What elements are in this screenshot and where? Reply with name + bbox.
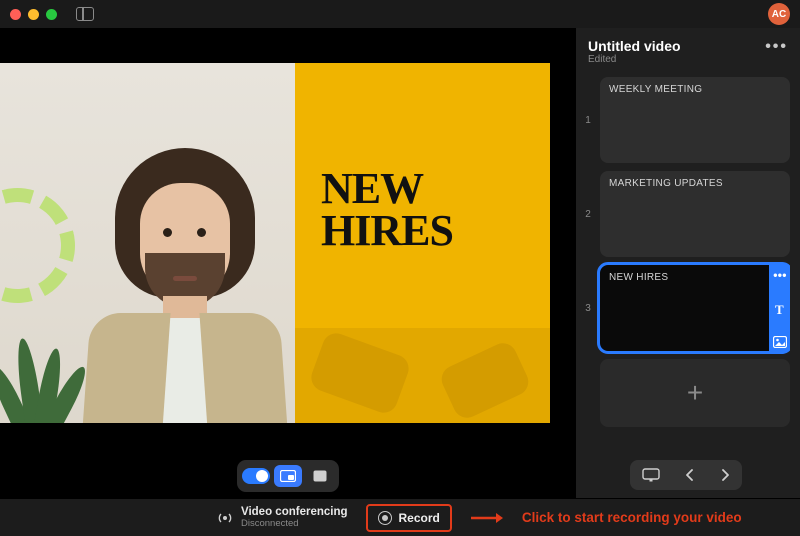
presentation-slide: NEW HIRES [295, 63, 550, 423]
next-slide-button[interactable] [720, 469, 730, 481]
prev-slide-button[interactable] [685, 469, 695, 481]
user-avatar[interactable]: AC [768, 3, 790, 25]
video-conferencing-status[interactable]: Video conferencing Disconnected [217, 506, 348, 529]
vc-substatus: Disconnected [241, 518, 348, 529]
slide-nav [630, 460, 742, 490]
svg-text:T: T [775, 302, 784, 316]
slide-title: NEW HIRES [321, 168, 540, 252]
present-icon[interactable] [642, 468, 660, 482]
slide-thumbnail[interactable]: 1 WEEKLY MEETING [582, 77, 790, 163]
status-bar: Video conferencing Disconnected Record C… [0, 498, 800, 536]
project-status: Edited [588, 54, 681, 65]
slide-number: 3 [582, 303, 594, 314]
image-tool-icon[interactable] [773, 336, 787, 348]
slides-sidebar: Untitled video Edited ••• 1 WEEKLY MEETI… [575, 28, 800, 498]
plus-icon: + [687, 377, 703, 409]
layout-full-button[interactable] [306, 465, 334, 487]
add-slide-row: + [582, 359, 790, 427]
slide-number: 2 [582, 209, 594, 220]
project-title: Untitled video [588, 38, 681, 54]
slide-label: MARKETING UPDATES [609, 178, 723, 189]
broadcast-icon [217, 510, 233, 526]
window-titlebar: AC [0, 0, 800, 28]
slide-thumbnail-selected[interactable]: 3 NEW HIRES ••• T [582, 265, 790, 351]
selected-slide-actions: ••• T [769, 262, 790, 354]
video-stage: NEW HIRES [0, 28, 575, 453]
text-tool-icon[interactable]: T [773, 302, 787, 316]
slides-list: 1 WEEKLY MEETING 2 MARKETING UPDATES 3 N… [582, 77, 790, 452]
record-label: Record [399, 511, 440, 525]
layout-pip-button[interactable] [274, 465, 302, 487]
vc-title: Video conferencing [241, 506, 348, 518]
toggle-sidebar-icon[interactable] [76, 7, 94, 21]
camera-toggle[interactable] [242, 465, 270, 487]
record-icon [378, 511, 392, 525]
annotation-arrow-icon [470, 511, 504, 525]
record-button[interactable]: Record [366, 504, 452, 532]
fullscreen-window-button[interactable] [46, 9, 57, 20]
slide-label: WEEKLY MEETING [609, 84, 702, 95]
slide-menu-icon[interactable]: ••• [773, 268, 787, 282]
record-hint-annotation: Click to start recording your video [522, 510, 742, 525]
slide-label: NEW HIRES [609, 272, 668, 283]
minimize-window-button[interactable] [28, 9, 39, 20]
project-menu-button[interactable]: ••• [765, 38, 788, 56]
slide-thumbnail[interactable]: 2 MARKETING UPDATES [582, 171, 790, 257]
camera-preview [0, 63, 295, 423]
slide-number: 1 [582, 115, 594, 126]
add-slide-button[interactable]: + [600, 359, 790, 427]
window-controls [10, 7, 94, 21]
stage-layout-controls [0, 453, 575, 498]
close-window-button[interactable] [10, 9, 21, 20]
